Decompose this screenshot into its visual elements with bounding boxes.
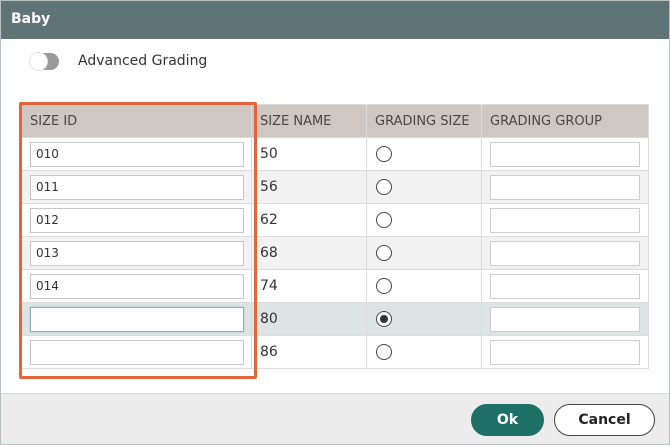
size-id-input-focused[interactable] xyxy=(30,306,244,332)
grading-group-cell xyxy=(481,170,649,204)
size-id-cell xyxy=(21,170,252,204)
advanced-grading-toggle[interactable] xyxy=(29,52,59,71)
size-id-cell xyxy=(21,269,252,303)
table-row-selected: 80 xyxy=(21,302,649,336)
dialog-titlebar: Baby xyxy=(1,1,669,39)
table-row: 62 xyxy=(21,203,649,237)
size-name-cell: 80 xyxy=(251,302,367,336)
grading-size-cell xyxy=(366,170,482,204)
grading-size-radio[interactable] xyxy=(376,278,392,294)
grading-group-input[interactable] xyxy=(490,273,640,299)
size-id-cell xyxy=(21,137,252,171)
table-row: 56 xyxy=(21,170,649,204)
size-id-cell xyxy=(21,236,252,270)
grading-size-radio[interactable] xyxy=(376,344,392,360)
grading-group-cell xyxy=(481,137,649,171)
table-row: 74 xyxy=(21,269,649,303)
sizes-table: SIZE ID SIZE NAME GRADING SIZE GRADING G… xyxy=(21,104,649,369)
grading-size-radio[interactable] xyxy=(376,212,392,228)
grading-group-cell xyxy=(481,269,649,303)
size-id-cell xyxy=(21,203,252,237)
size-name-cell: 86 xyxy=(251,335,367,369)
grading-size-cell xyxy=(366,236,482,270)
grading-size-radio[interactable] xyxy=(376,146,392,162)
grading-size-radio[interactable] xyxy=(376,245,392,261)
grading-group-input[interactable] xyxy=(490,339,640,365)
table-row: 68 xyxy=(21,236,649,270)
baby-dialog: Baby Advanced Grading SIZE ID SIZE NAME … xyxy=(0,0,670,445)
grading-group-cell xyxy=(481,335,649,369)
header-grading-group: GRADING GROUP xyxy=(481,104,649,138)
size-name-cell: 74 xyxy=(251,269,367,303)
dialog-footer: Ok Cancel xyxy=(1,393,669,444)
table-header-row: SIZE ID SIZE NAME GRADING SIZE GRADING G… xyxy=(21,104,649,138)
grading-group-input[interactable] xyxy=(490,306,640,332)
grading-group-cell xyxy=(481,203,649,237)
size-name-cell: 56 xyxy=(251,170,367,204)
grading-group-input[interactable] xyxy=(490,141,640,167)
grading-size-radio-checked[interactable] xyxy=(376,311,392,327)
ok-button[interactable]: Ok xyxy=(471,404,544,436)
size-name-cell: 50 xyxy=(251,137,367,171)
grading-group-cell xyxy=(481,302,649,336)
grading-group-input[interactable] xyxy=(490,207,640,233)
advanced-grading-label: Advanced Grading xyxy=(78,53,208,69)
size-id-cell xyxy=(21,302,252,336)
grading-group-cell xyxy=(481,236,649,270)
size-id-input[interactable] xyxy=(30,339,244,365)
grading-size-cell xyxy=(366,302,482,336)
header-size-name: SIZE NAME xyxy=(251,104,367,138)
cancel-button[interactable]: Cancel xyxy=(554,404,655,436)
size-name-cell: 68 xyxy=(251,236,367,270)
grading-group-input[interactable] xyxy=(490,240,640,266)
header-size-id: SIZE ID xyxy=(21,104,252,138)
grading-size-cell xyxy=(366,137,482,171)
grading-group-input[interactable] xyxy=(490,174,640,200)
size-id-input[interactable] xyxy=(30,174,244,200)
grading-size-cell xyxy=(366,269,482,303)
grading-size-cell xyxy=(366,335,482,369)
header-grading-size: GRADING SIZE xyxy=(366,104,482,138)
size-id-input[interactable] xyxy=(30,207,244,233)
size-id-input[interactable] xyxy=(30,240,244,266)
size-id-input[interactable] xyxy=(30,273,244,299)
toggle-knob xyxy=(29,52,48,71)
size-id-cell xyxy=(21,335,252,369)
size-id-input[interactable] xyxy=(30,141,244,167)
grading-size-radio[interactable] xyxy=(376,179,392,195)
size-name-cell: 62 xyxy=(251,203,367,237)
dialog-title: Baby xyxy=(11,11,51,27)
table-row: 50 xyxy=(21,137,649,171)
grading-size-cell xyxy=(366,203,482,237)
table-row: 86 xyxy=(21,335,649,369)
